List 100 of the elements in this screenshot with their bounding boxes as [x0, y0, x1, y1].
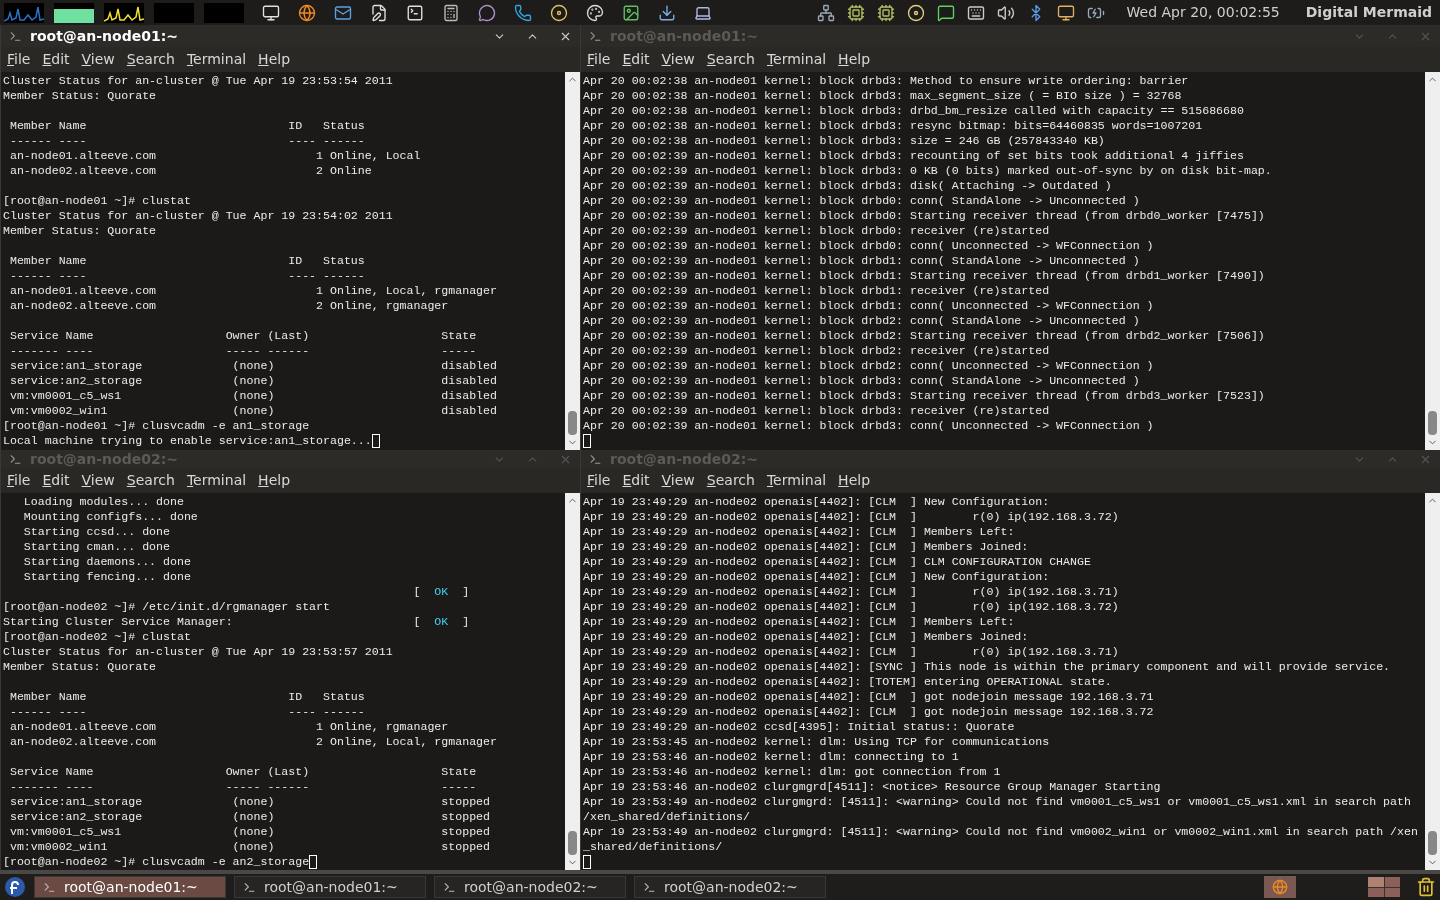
menu-item[interactable]: Edit [622, 49, 650, 70]
menu-item[interactable]: Help [258, 49, 291, 70]
terminal-line: Member Status: Quorate [3, 223, 158, 238]
clock[interactable]: Wed Apr 20, 00:02:55 [1126, 2, 1280, 23]
scrollbar[interactable] [1425, 72, 1440, 450]
phone-icon[interactable] [514, 3, 532, 22]
system-monitor-graph [54, 2, 94, 23]
menu-item[interactable]: Search [126, 49, 175, 70]
terminal-line: [root@an-node02 ~]# clusvcadm -e an2_storage [3, 854, 310, 869]
terminal-icon [443, 880, 456, 894]
scrollbar-thumb[interactable] [568, 831, 577, 855]
taskbar-button[interactable]: root@an-node02:~ [434, 876, 626, 898]
scrollbar[interactable] [1425, 493, 1440, 870]
menu-item[interactable]: Edit [42, 49, 70, 70]
terminal-line: Apr 20 00:02:39 an-node01 kernel: block drbd2: conn( StandAlone -> Unconnected ) [583, 313, 1141, 328]
menu-item[interactable]: View [661, 49, 695, 70]
terminal-line: an-node02.alteeve.com 2 Online, rgmanager [8, 298, 450, 313]
menu-item[interactable]: View [81, 470, 115, 491]
terminal-line: Service Name Owner (Last) State [8, 764, 478, 779]
globe-icon[interactable] [298, 3, 316, 22]
trash-icon[interactable] [1416, 877, 1436, 897]
menu-item[interactable]: Edit [622, 470, 650, 491]
taskbar-button[interactable]: root@an-node01:~ [34, 876, 226, 898]
terminal-line: an-node01.alteeve.com 1 Online, Local [8, 148, 422, 163]
terminal-line: Apr 19 23:49:29 an-node02 openais[4402]: [CLM ] Members Left: [583, 524, 1016, 539]
disc-icon[interactable] [550, 3, 568, 22]
terminal-line: Apr 20 00:02:39 an-node01 kernel: block drbd1: conn( StandAlone -> Unconnected ) [583, 253, 1141, 268]
menu-item[interactable]: Help [838, 49, 871, 70]
taskbar-button[interactable]: root@an-node01:~ [234, 876, 426, 898]
menu-item[interactable]: Terminal [186, 49, 247, 70]
scrollbar-thumb[interactable] [568, 411, 577, 435]
terminal-line: /xen_shared/definitions/ [583, 809, 751, 824]
terminal-line: Apr 19 23:53:46 an-node02 kernel: dlm: got connection from 1 [583, 764, 1002, 779]
menu-item[interactable]: View [81, 49, 115, 70]
terminal-line: Member Status: Quorate [3, 88, 158, 103]
volume-icon[interactable] [996, 3, 1015, 22]
menu-item[interactable]: Terminal [186, 470, 247, 491]
scrollbar[interactable] [565, 72, 580, 450]
terminal-line: Starting cman... done [22, 539, 171, 554]
menu-item[interactable]: File [587, 49, 611, 70]
terminal-line: Starting Cluster Service Manager: [ OK ] [3, 614, 471, 629]
display-icon[interactable] [1056, 3, 1075, 22]
terminal-line: Apr 19 23:49:29 an-node02 openais[4402]: [SYNC ] This node is within the primary component and will provide service. [583, 659, 1392, 674]
text-editor-icon[interactable] [370, 3, 388, 22]
taskbar-button[interactable]: root@an-node02:~ [634, 876, 826, 898]
terminal-icon [9, 452, 22, 466]
fedora-logo-icon[interactable] [4, 876, 26, 898]
menu-item[interactable]: Search [706, 49, 755, 70]
menu-item[interactable]: Search [706, 470, 755, 491]
message-icon[interactable] [936, 3, 955, 22]
terminal-line: Apr 20 00:02:38 an-node01 kernel: block drbd3: size = 246 GB (257843340 KB) [583, 133, 1106, 148]
chat-icon[interactable] [478, 3, 496, 22]
terminal-line: Apr 19 23:49:29 an-node02 openais[4402]: [CLM ] New Configuration: [583, 494, 1051, 509]
image-icon[interactable] [622, 3, 640, 22]
menu-item[interactable]: File [7, 49, 31, 70]
cpu-icon[interactable] [876, 3, 895, 22]
terminal-line: ------- ---- ----- ------ ----- [8, 779, 478, 794]
menu-item[interactable]: Terminal [766, 49, 827, 70]
menu-item[interactable]: Edit [42, 470, 70, 491]
terminal-line: Apr 20 00:02:39 an-node01 kernel: block drbd1: receiver (re)started [583, 283, 1051, 298]
terminal-line: an-node02.alteeve.com 2 Online [8, 163, 373, 178]
terminal-line: Apr 19 23:49:29 an-node02 openais[4402]: [TOTEM] entering OPERATIONAL state. [583, 674, 1113, 689]
menu-item[interactable]: Help [838, 470, 871, 491]
menu-item[interactable]: File [587, 470, 611, 491]
menu-item[interactable]: Help [258, 470, 291, 491]
terminal-line: Member Name ID Status [8, 118, 366, 133]
terminal-line: Apr 19 23:53:46 an-node02 kernel: dlm: connecting to 1 [583, 749, 960, 764]
scrollbar-thumb[interactable] [1428, 831, 1437, 855]
terminal-line: _shared/definitions/ [583, 839, 724, 854]
network-icon[interactable] [816, 3, 835, 22]
terminal-line: Apr 20 00:02:39 an-node01 kernel: block drbd1: conn( Unconnected -> WFConnection ) [583, 298, 1155, 313]
menu-item[interactable]: File [7, 470, 31, 491]
terminal-icon [43, 880, 56, 894]
workspace-switcher[interactable] [1368, 877, 1400, 897]
palette-icon[interactable] [586, 3, 604, 22]
cpu-icon[interactable] [846, 3, 865, 22]
terminal-line: ------ ---- ---- ------ [8, 704, 366, 719]
menu-item[interactable]: Terminal [766, 470, 827, 491]
terminal-icon[interactable] [406, 3, 424, 22]
user-name[interactable]: Digital Mermaid [1305, 2, 1432, 23]
terminal-icon [243, 880, 256, 894]
calculator-icon[interactable] [442, 3, 460, 22]
terminal-line: Apr 20 00:02:39 an-node01 kernel: block drbd3: 0 KB (0 bits) marked out-of-sync by on disk bit-map. [583, 163, 1273, 178]
terminal-line: Apr 19 23:49:29 an-node02 openais[4402]: [CLM ] Members Left: [583, 614, 1016, 629]
mail-icon[interactable] [334, 3, 352, 22]
terminal-icon [589, 452, 602, 466]
terminal-icon [9, 29, 22, 43]
keyboard-icon[interactable] [966, 3, 985, 22]
terminal-line: Apr 19 23:49:29 an-node02 openais[4402]: [CLM ] Members Joined: [583, 539, 1030, 554]
terminal-line: Apr 19 23:49:29 an-node02 ccsd[4395]: Initial status:: Quorate [583, 719, 1016, 734]
terminal-line: Apr 20 00:02:39 an-node01 kernel: block drbd3: disk( Attaching -> Outdated ) [583, 178, 1113, 193]
menu-item[interactable]: View [661, 470, 695, 491]
scrollbar[interactable] [565, 493, 580, 870]
menu-item[interactable]: Search [126, 470, 175, 491]
terminal-line: Apr 20 00:02:39 an-node01 kernel: block drbd3: Starting receiver thread (from drbd3_worker [7523]) [583, 388, 1266, 403]
terminal-line: Member Name ID Status [8, 253, 366, 268]
terminal-line: Apr 20 00:02:39 an-node01 kernel: block drbd2: receiver (re)started [583, 343, 1051, 358]
scrollbar-thumb[interactable] [1428, 411, 1437, 435]
monitor-icon[interactable] [262, 3, 280, 22]
download-icon[interactable] [658, 3, 676, 22]
